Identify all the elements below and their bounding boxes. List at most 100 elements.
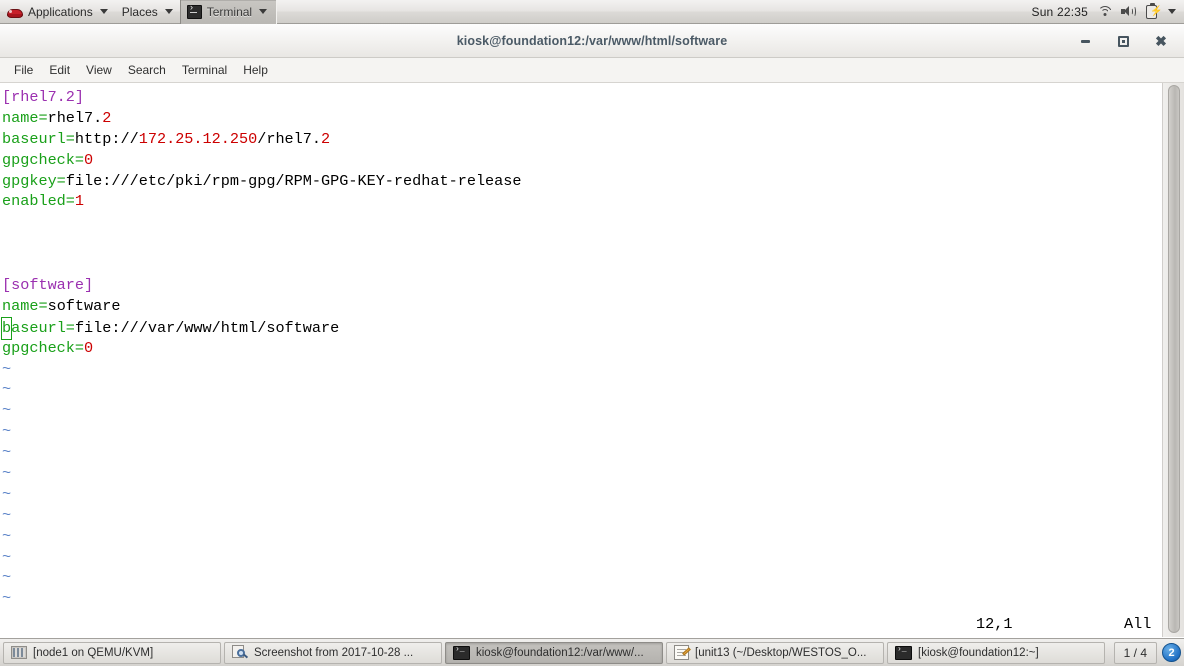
page-title: kiosk@foundation12:/var/www/html/softwar…	[456, 33, 728, 48]
ini-key: aseurl=	[11, 318, 75, 337]
ini-key: name=	[2, 296, 48, 315]
ini-section-header: [software]	[2, 276, 94, 295]
terminal-icon	[895, 645, 912, 660]
vim-empty-line-marker: ~	[2, 547, 1162, 568]
chevron-down-icon	[164, 9, 173, 14]
vim-line: gpgcheck=0	[2, 338, 1162, 359]
taskbar: [node1 on QEMU/KVM] Screenshot from 2017…	[0, 638, 1184, 666]
vim-empty-line-marker: ~	[2, 400, 1162, 421]
vim-line	[2, 254, 1162, 275]
places-menu[interactable]: Places	[115, 0, 180, 24]
window-titlebar[interactable]: kiosk@foundation12:/var/www/html/softwar…	[0, 24, 1184, 58]
menubar: File Edit View Search Terminal Help	[0, 58, 1184, 83]
tilde-icon: ~	[2, 505, 12, 524]
tilde-icon: ~	[2, 359, 12, 378]
panel-spacer	[277, 0, 1031, 24]
chevron-down-icon	[99, 9, 108, 14]
close-icon[interactable]: ✖	[1152, 32, 1170, 50]
maximize-button[interactable]	[1114, 32, 1132, 50]
panel-window-label: Terminal	[206, 4, 253, 19]
window-buttons: ✖	[1076, 24, 1178, 58]
battery-icon[interactable]: ⚡	[1146, 2, 1162, 19]
ini-key: enabled=	[2, 192, 75, 211]
taskbar-item-vm[interactable]: [node1 on QEMU/KVM]	[3, 641, 221, 664]
screenshot-viewer-icon	[232, 645, 249, 660]
menu-view[interactable]: View	[78, 58, 120, 83]
minimize-button[interactable]	[1076, 32, 1094, 50]
vim-scroll-indicator: All	[1124, 615, 1152, 633]
tilde-icon: ~	[2, 380, 12, 399]
taskbar-item-label: [node1 on QEMU/KVM]	[33, 646, 154, 659]
taskbar-item-terminal-software[interactable]: kiosk@foundation12:/var/www/...	[445, 641, 663, 664]
taskbar-item-label: Screenshot from 2017-10-28 ...	[254, 646, 414, 659]
vim-line: [software]	[2, 275, 1162, 296]
tilde-icon: ~	[2, 464, 12, 483]
menu-help[interactable]: Help	[235, 58, 276, 83]
wifi-icon[interactable]	[1097, 5, 1112, 18]
vim-editor[interactable]: [rhel7.2] name=rhel7.2 baseurl=http://172.…	[0, 83, 1162, 637]
ini-value-part: file:///etc/pki/rpm-gpg/RPM-GPG-KEY-redh…	[65, 171, 522, 190]
ini-value-part: 2	[102, 108, 112, 127]
ini-value-part: 1	[74, 192, 85, 211]
tilde-icon: ~	[2, 422, 12, 441]
panel-caret-icon[interactable]	[1168, 9, 1176, 14]
workspace-pager[interactable]: 1 / 4	[1113, 641, 1157, 664]
tilde-icon: ~	[2, 589, 12, 608]
clock[interactable]: Sun 22:35	[1031, 5, 1088, 19]
vim-empty-line-marker: ~	[2, 588, 1162, 609]
scrollbar-thumb[interactable]	[1168, 85, 1180, 633]
vim-empty-line-marker: ~	[2, 484, 1162, 505]
volume-icon[interactable]	[1121, 5, 1137, 18]
ini-value-part: 172.25.12.250	[138, 129, 258, 148]
applications-menu[interactable]: Applications	[0, 0, 115, 24]
vim-line: baseurl=file:///var/www/html/software	[1, 316, 1162, 340]
top-panel: Applications Places Terminal Sun 22:35 ⚡	[0, 0, 1184, 24]
vim-empty-line-marker: ~	[2, 505, 1162, 526]
vim-line: [rhel7.2]	[2, 87, 1162, 108]
terminal-scrollbar[interactable]	[1162, 83, 1184, 637]
panel-status-area: Sun 22:35 ⚡	[1031, 0, 1184, 24]
panel-window-terminal[interactable]: Terminal	[179, 0, 278, 24]
terminal-window: kiosk@foundation12:/var/www/html/softwar…	[0, 24, 1184, 638]
vim-line: name=software	[2, 296, 1162, 317]
terminal-content-area: [rhel7.2] name=rhel7.2 baseurl=http://172.…	[0, 83, 1184, 637]
menu-search[interactable]: Search	[120, 58, 174, 83]
taskbar-item-terminal-home[interactable]: [kiosk@foundation12:~]	[887, 641, 1105, 664]
vim-empty-line-marker: ~	[2, 379, 1162, 400]
vim-empty-line-marker: ~	[2, 526, 1162, 547]
tilde-icon: ~	[2, 484, 12, 503]
vim-line: gpgkey=file:///etc/pki/rpm-gpg/RPM-GPG-K…	[2, 171, 1162, 192]
menu-edit[interactable]: Edit	[41, 58, 78, 83]
vm-display-icon	[11, 646, 27, 659]
ini-key: baseurl=	[2, 129, 75, 148]
vim-empty-line-marker: ~	[2, 359, 1162, 380]
taskbar-item-label: [kiosk@foundation12:~]	[918, 646, 1039, 659]
vim-line	[2, 233, 1162, 254]
vim-line: gpgcheck=0	[2, 150, 1162, 171]
ini-value-part: 0	[84, 150, 94, 169]
menu-terminal[interactable]: Terminal	[174, 58, 235, 83]
text-editor-icon	[674, 645, 691, 660]
vim-empty-line-marker: ~	[2, 442, 1162, 463]
vim-cursor-position: 12,1	[976, 615, 1013, 633]
ini-key: name=	[2, 108, 48, 127]
tilde-icon: ~	[2, 401, 12, 420]
applications-menu-label: Applications	[28, 4, 93, 19]
tilde-icon: ~	[2, 568, 12, 587]
tilde-icon: ~	[2, 526, 12, 545]
ini-key: gpgcheck=	[2, 338, 85, 357]
ini-value-part: http://	[74, 129, 139, 148]
taskbar-item-editor-unit13[interactable]: [unit13 (~/Desktop/WESTOS_O...	[666, 641, 884, 664]
ini-value-part: file:///var/www/html/software	[74, 318, 340, 337]
vim-text-buffer: [rhel7.2] name=rhel7.2 baseurl=http://172.…	[1, 87, 1162, 609]
vim-line: baseurl=http://172.25.12.250/rhel7.2	[2, 129, 1162, 150]
vim-empty-line-marker: ~	[2, 463, 1162, 484]
vim-line	[2, 212, 1162, 233]
taskbar-item-screenshot[interactable]: Screenshot from 2017-10-28 ...	[224, 641, 442, 664]
ini-value-part: 0	[84, 338, 94, 357]
workspace-badge[interactable]: 2	[1162, 643, 1181, 662]
menu-file[interactable]: File	[6, 58, 41, 83]
